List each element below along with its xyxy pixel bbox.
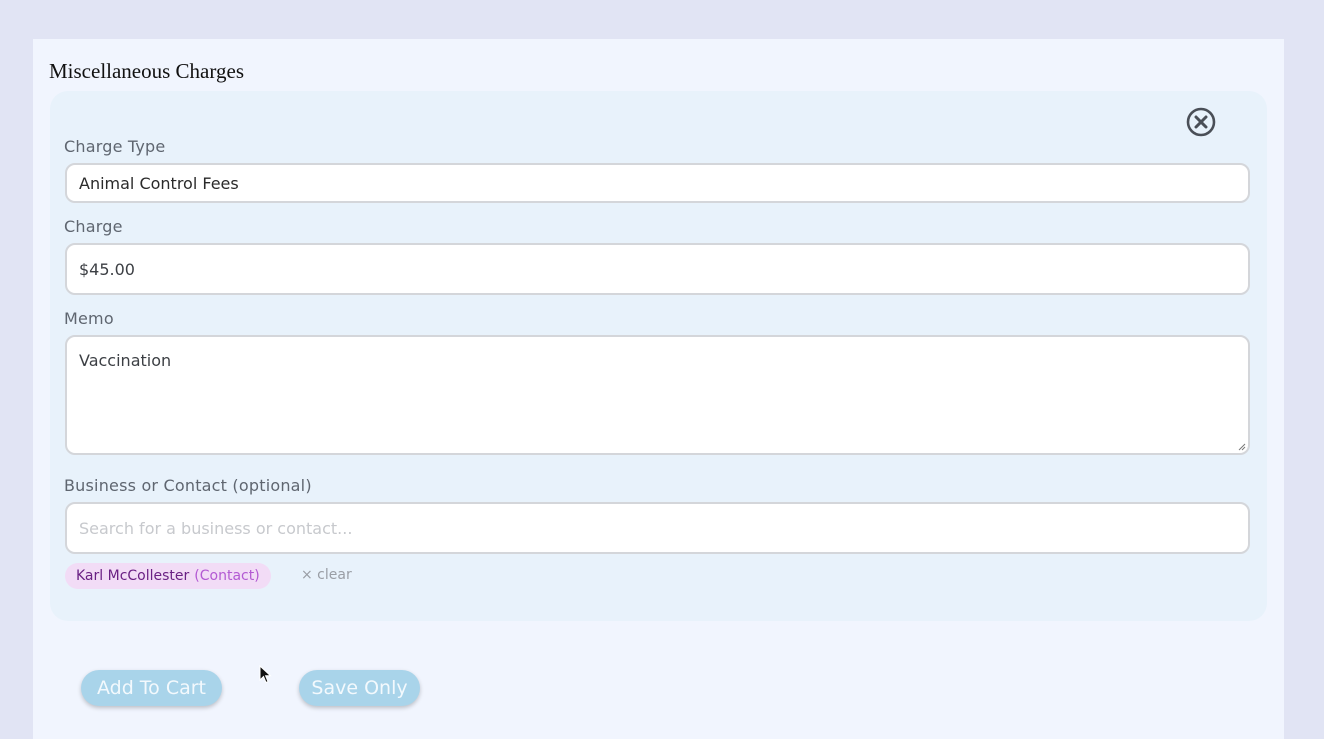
charge-card: Charge Type Animal Control Fees Charge $… [50, 91, 1267, 621]
charge-label: Charge [64, 217, 123, 236]
page-title: Miscellaneous Charges [49, 59, 244, 83]
contact-search-placeholder: Search for a business or contact... [79, 518, 353, 538]
mouse-cursor-icon [259, 665, 272, 684]
selected-contact-type: (Contact) [194, 568, 260, 584]
memo-value: Vaccination [79, 351, 172, 370]
selected-contact-chip: Karl McCollester (Contact) [65, 563, 271, 589]
charge-type-select[interactable]: Animal Control Fees [65, 163, 1250, 203]
charge-value: $45.00 [79, 259, 135, 279]
charge-type-value: Animal Control Fees [79, 173, 239, 193]
add-to-cart-button[interactable]: Add To Cart [81, 670, 222, 706]
selected-contact-name: Karl McCollester [76, 568, 190, 584]
resize-grip-icon[interactable] [1238, 443, 1246, 451]
charge-type-label: Charge Type [64, 137, 166, 156]
charge-input[interactable]: $45.00 [65, 243, 1250, 295]
contact-search-input[interactable]: Search for a business or contact... [65, 502, 1250, 554]
clear-contact-link[interactable]: × clear [301, 567, 352, 583]
save-only-button[interactable]: Save Only [299, 670, 420, 706]
memo-label: Memo [64, 309, 114, 328]
close-circle-icon [1186, 107, 1216, 137]
misc-charges-panel: Miscellaneous Charges Charge Type Animal… [33, 39, 1284, 739]
close-button[interactable] [1186, 107, 1216, 137]
memo-textarea[interactable]: Vaccination [65, 335, 1250, 455]
contact-label: Business or Contact (optional) [64, 476, 312, 495]
